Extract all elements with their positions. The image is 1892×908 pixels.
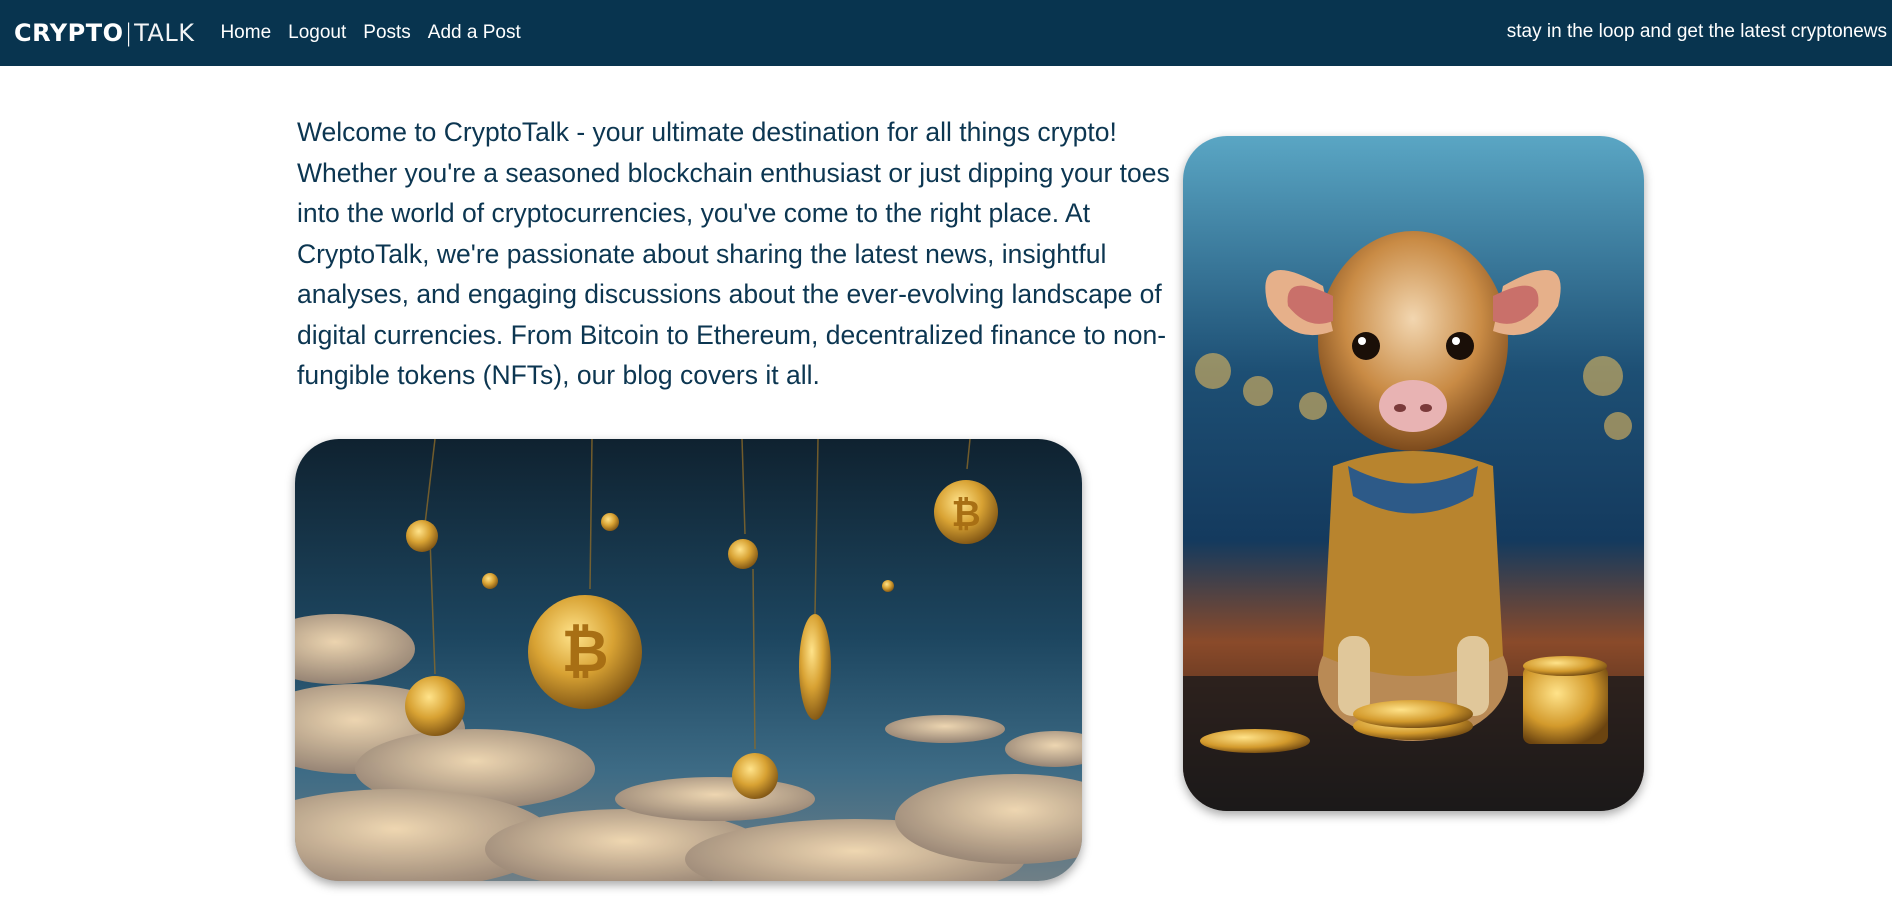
- nav-links: Home Logout Posts Add a Post: [220, 22, 537, 44]
- hanging-coins-illustration: ₿ ₿: [295, 439, 1082, 881]
- nav-link-posts[interactable]: Posts: [363, 22, 411, 44]
- svg-text:₿: ₿: [561, 617, 608, 685]
- brand-logo[interactable]: CRYPTO | TALK: [14, 19, 194, 47]
- coins-image: ₿ ₿: [295, 439, 1082, 881]
- brand-name-bold: CRYPTO: [14, 19, 124, 47]
- nav-link-home[interactable]: Home: [220, 22, 271, 44]
- navbar-tagline: stay in the loop and get the latest cryp…: [1506, 21, 1887, 42]
- nav-link-logout[interactable]: Logout: [288, 22, 346, 44]
- nav-link-add-post[interactable]: Add a Post: [428, 22, 521, 44]
- svg-text:₿: ₿: [951, 494, 980, 535]
- intro-paragraph: Welcome to CryptoTalk - your ultimate de…: [297, 117, 1170, 390]
- calf-image: [1183, 136, 1644, 811]
- calf-illustration: [1183, 136, 1644, 811]
- brand-name-light: TALK: [134, 19, 195, 47]
- brand-separator: |: [124, 19, 134, 47]
- top-navbar: CRYPTO | TALK Home Logout Posts Add a Po…: [0, 0, 1892, 66]
